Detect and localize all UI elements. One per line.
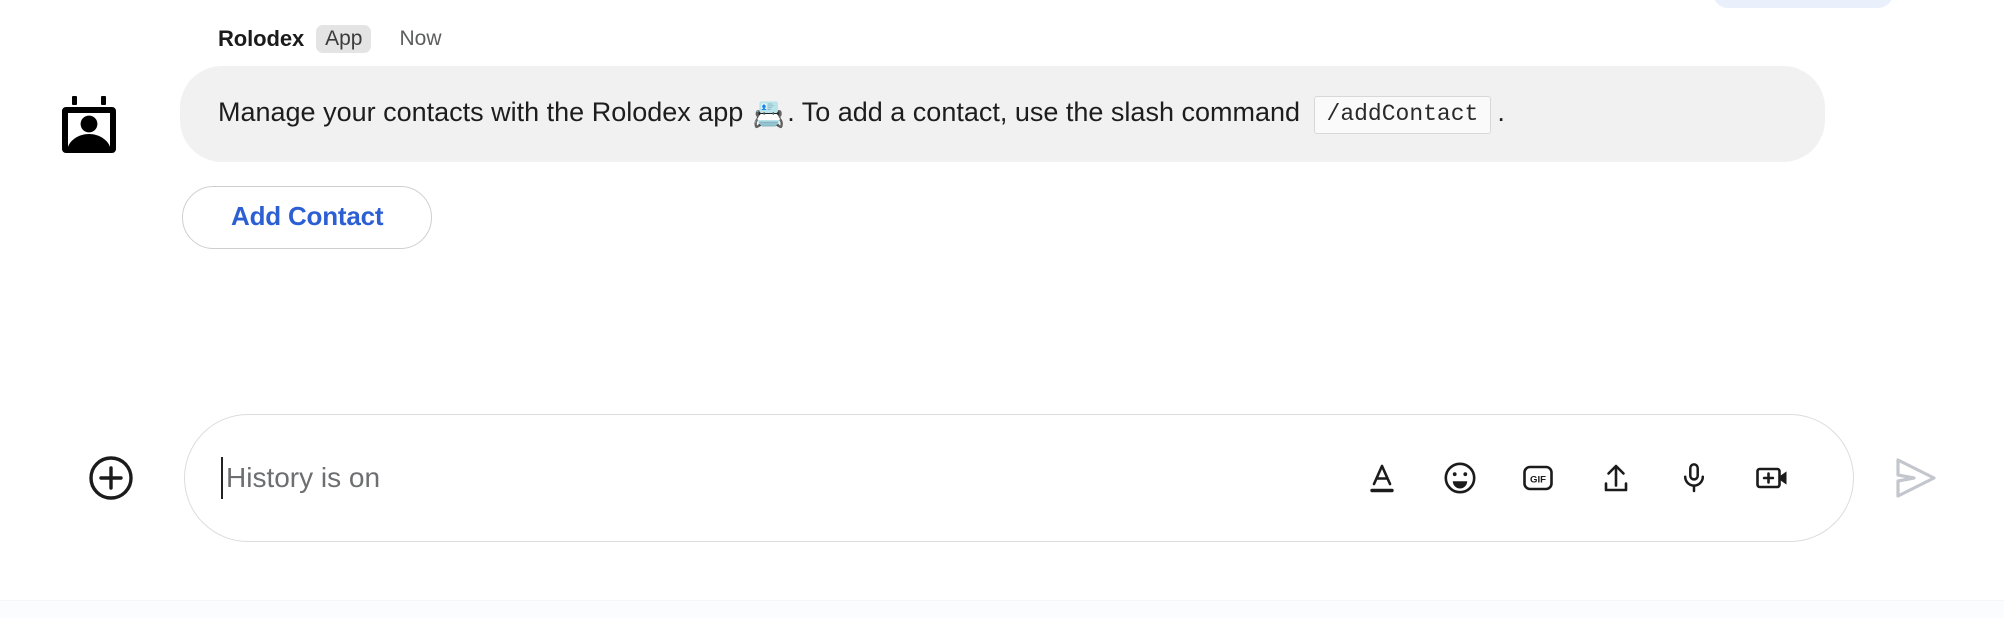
sender-name: Rolodex <box>218 26 305 51</box>
svg-text:GIF: GIF <box>1530 474 1546 485</box>
emoji-icon[interactable] <box>1441 459 1479 497</box>
bubble-text-part2: . To add a contact, use the slash comman… <box>787 97 1308 127</box>
slash-command-code-chip: /addContact <box>1313 96 1492 134</box>
message-input-container[interactable]: History is on GIF <box>184 414 1854 542</box>
text-caret <box>221 457 223 499</box>
app-badge: App <box>316 25 372 53</box>
gif-icon[interactable]: GIF <box>1519 459 1557 497</box>
bottom-divider <box>0 600 2004 618</box>
message-actions: Add Contact <box>180 186 1840 249</box>
avatar <box>58 94 120 156</box>
upload-icon[interactable] <box>1597 459 1635 497</box>
plus-circle-icon[interactable] <box>88 455 134 501</box>
microphone-icon[interactable] <box>1675 459 1713 497</box>
format-text-icon[interactable] <box>1363 459 1401 497</box>
message-timestamp: Now <box>399 27 442 50</box>
message-input[interactable]: History is on <box>226 462 1363 494</box>
bubble-text-part3: . <box>1497 97 1505 127</box>
bubble-text-part1: Manage your contacts with the Rolodex ap… <box>218 97 751 127</box>
message-bubble: Manage your contacts with the Rolodex ap… <box>180 66 1825 162</box>
message-header: Rolodex App Now <box>180 22 1840 56</box>
video-add-icon[interactable] <box>1753 459 1791 497</box>
message-column: Rolodex App Now Manage your contacts wit… <box>180 22 1840 249</box>
add-contact-button[interactable]: Add Contact <box>182 186 433 249</box>
card-index-emoji: 📇 <box>752 99 786 129</box>
message-composer: History is on GIF <box>0 414 2004 542</box>
send-paper-plane-icon[interactable] <box>1888 451 1942 505</box>
top-cutoff-pill <box>1713 0 1893 8</box>
composer-toolbar: GIF <box>1363 459 1791 497</box>
